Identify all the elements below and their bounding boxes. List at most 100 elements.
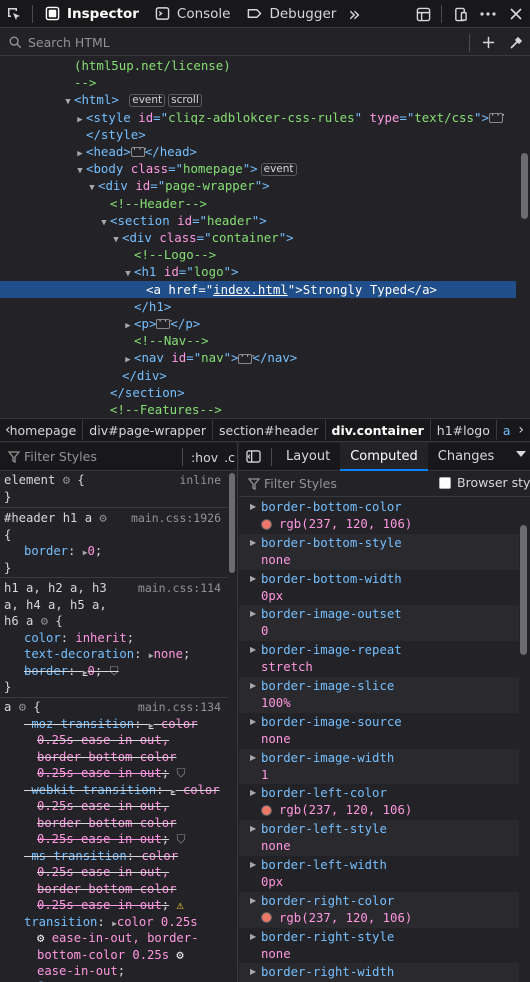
breadcrumb-scroll-right-icon[interactable]: › <box>512 422 530 438</box>
breadcrumb-item-page-wrapper[interactable]: div#page-wrapper <box>83 423 212 438</box>
warning-icon[interactable]: ⚠ <box>176 898 183 912</box>
expand-arrow-icon[interactable]: ▶ <box>250 860 256 869</box>
computed-filter-input[interactable]: Filter Styles <box>264 476 337 491</box>
tree-node-body[interactable]: ▼ <body class="homepage"> event <box>0 160 516 177</box>
expand-arrow-icon[interactable]: ▶ <box>250 681 256 690</box>
rule-selector[interactable]: #header h1 a ⚙ <box>4 510 107 527</box>
computed-property-row[interactable]: ▶ border-left-color rgb(237, 120, 106) <box>239 784 519 820</box>
computed-property-row[interactable]: ▶ border-bottom-width 0px <box>239 570 519 606</box>
rule-source[interactable]: inline <box>179 473 221 487</box>
breadcrumb-item-body[interactable]: homepage <box>4 423 83 438</box>
filter-icon[interactable]: ⛉ <box>110 664 119 678</box>
rule-source[interactable]: main.css:114 <box>138 581 221 595</box>
rule-declaration[interactable]: transition: ▶color 0.25s <box>4 914 198 931</box>
rules-filter-input[interactable]: Filter Styles <box>24 449 97 464</box>
collapsed-content-icon[interactable]: ··· <box>238 352 256 364</box>
toggle-sidebar-icon[interactable] <box>239 443 267 471</box>
gear-icon[interactable]: ⚙ <box>41 614 48 628</box>
eyedropper-icon[interactable] <box>502 29 530 57</box>
tree-node-p[interactable]: ▶ <p>···</p> <box>0 315 516 332</box>
event-badge[interactable]: event <box>129 94 166 107</box>
browser-styles-toggle[interactable]: Browser styles <box>439 475 530 490</box>
expand-arrow-icon[interactable]: ▶ <box>250 896 256 905</box>
tree-node-div-container[interactable]: ▼ <div class="container"> <box>0 229 516 246</box>
breadcrumb-item-container[interactable]: div.container <box>326 423 430 438</box>
computed-property-row[interactable]: ▶ border-right-color rgb(237, 120, 106) <box>239 891 519 928</box>
color-swatch-icon[interactable] <box>261 804 272 816</box>
tab-computed[interactable]: Computed <box>340 443 428 471</box>
tab-changes[interactable]: Changes <box>428 443 505 471</box>
easing-icon[interactable]: ⚙ <box>176 948 183 962</box>
rule-source[interactable]: main.css:1926 <box>131 511 221 525</box>
expand-arrow-icon[interactable]: ▶ <box>250 538 256 547</box>
more-options-icon[interactable] <box>474 0 502 28</box>
computed-property-row[interactable]: ▶ border-image-slice 100% <box>239 677 519 713</box>
filter-icon[interactable]: ⛉ <box>176 832 185 846</box>
rule-selector[interactable]: h6 a ⚙ { <box>4 613 63 630</box>
tree-node-head[interactable]: ▶ <head>···</head> <box>0 143 516 160</box>
tree-comment-nav[interactable]: <!--Nav--> <box>0 332 516 349</box>
rule-declaration[interactable]: border: ▶0; <box>4 543 102 560</box>
rule-selector[interactable]: a ⚙ { <box>4 699 41 716</box>
computed-scrollbar[interactable] <box>520 525 527 655</box>
tree-node-html[interactable]: ▼ <html> event scroll <box>0 91 516 108</box>
computed-property-row[interactable]: ▶ border-bottom-color rgb(237, 120, 106) <box>239 498 519 534</box>
scroll-badge[interactable]: scroll <box>168 94 202 107</box>
gear-icon[interactable]: ⚙ <box>99 511 106 525</box>
breadcrumb-item-logo[interactable]: h1#logo <box>431 423 496 438</box>
computed-property-row[interactable]: ▶ border-left-width 0px <box>239 856 519 892</box>
rule-selector[interactable]: a, h4 a, h5 a, <box>4 597 107 614</box>
expand-arrow-icon[interactable]: ▶ <box>250 645 256 654</box>
rule-declaration[interactable]: color: inherit; <box>4 630 134 647</box>
rule-declaration[interactable]: text-decoration: ▶none; <box>4 646 190 663</box>
tabs-dropdown-icon[interactable] <box>516 451 526 457</box>
computed-property-row[interactable]: ▶ border-right-width <box>239 963 519 982</box>
rule-declaration-overridden[interactable]: -moz-transition: ▶ color <box>4 716 198 733</box>
link-href[interactable]: index.html <box>213 282 288 297</box>
tree-node-a-selected[interactable]: <a href="index.html">Strongly Typed</a> <box>0 280 516 298</box>
computed-property-row[interactable]: ▶ border-image-source none <box>239 713 519 749</box>
expand-arrow-icon[interactable]: ▶ <box>250 753 256 762</box>
easing-icon[interactable]: ⚙ <box>37 931 44 945</box>
color-swatch-icon[interactable] <box>261 912 272 924</box>
rule-declaration-overridden[interactable]: border: ▶0; ⛉ <box>4 663 119 680</box>
filter-icon[interactable]: ⛉ <box>176 766 185 780</box>
expand-arrow-icon[interactable]: ▶ <box>250 824 256 833</box>
expand-arrow-icon[interactable]: ▶ <box>250 717 256 726</box>
expand-arrow-icon[interactable]: ▶ <box>250 932 256 941</box>
element-picker-icon[interactable] <box>0 0 28 28</box>
tree-node-style[interactable]: ▶ <style id="cliqz-adblokcer-css-rules" t… <box>0 109 516 126</box>
rules-scrollbar[interactable] <box>229 473 235 573</box>
tab-console[interactable]: Console <box>147 0 239 28</box>
add-node-icon[interactable] <box>474 29 502 57</box>
tree-comment-header[interactable]: <!--Header--> <box>0 195 516 212</box>
search-input[interactable]: Search HTML <box>28 35 110 50</box>
color-swatch-icon[interactable] <box>261 518 272 530</box>
computed-property-row[interactable]: ▶ border-right-style none <box>239 928 519 964</box>
rule-declaration-overridden[interactable]: -webkit-transition: ▶ color <box>4 782 220 799</box>
split-console-icon[interactable] <box>409 0 437 28</box>
collapsed-content-icon[interactable]: ··· <box>156 318 174 330</box>
tree-scrollbar[interactable] <box>521 153 528 219</box>
tab-inspector[interactable]: Inspector <box>37 0 147 28</box>
rule-selector[interactable]: element ⚙ { <box>4 472 85 489</box>
event-badge[interactable]: event <box>260 163 297 177</box>
tree-comment-logo[interactable]: <!--Logo--> <box>0 246 516 263</box>
expand-arrow-icon[interactable]: ▶ <box>250 967 256 976</box>
tree-node-section-header[interactable]: ▼ <section id="header"> <box>0 212 516 229</box>
computed-property-row[interactable]: ▶ border-image-outset 0 <box>239 605 519 642</box>
gear-icon[interactable]: ⚙ <box>19 700 26 714</box>
collapsed-content-icon[interactable]: ··· <box>130 146 148 158</box>
tree-comment-features[interactable]: <!--Features--> <box>0 401 516 417</box>
expand-arrow-icon[interactable]: ▶ <box>250 574 256 583</box>
expand-arrow-icon[interactable]: ▶ <box>250 788 256 797</box>
tab-layout[interactable]: Layout <box>276 443 340 471</box>
expand-arrow-icon[interactable]: ▶ <box>250 502 256 511</box>
hov-toggle[interactable]: :hov <box>187 450 222 465</box>
gear-icon[interactable]: ⚙ <box>63 473 70 487</box>
computed-property-row[interactable]: ▶ border-image-repeat stretch <box>239 641 519 677</box>
computed-property-row[interactable]: ▶ border-left-style none <box>239 820 519 856</box>
close-icon[interactable] <box>502 0 530 28</box>
rule-source[interactable]: main.css:134 <box>138 700 221 714</box>
breadcrumb-item-section-header[interactable]: section#header <box>213 423 325 438</box>
